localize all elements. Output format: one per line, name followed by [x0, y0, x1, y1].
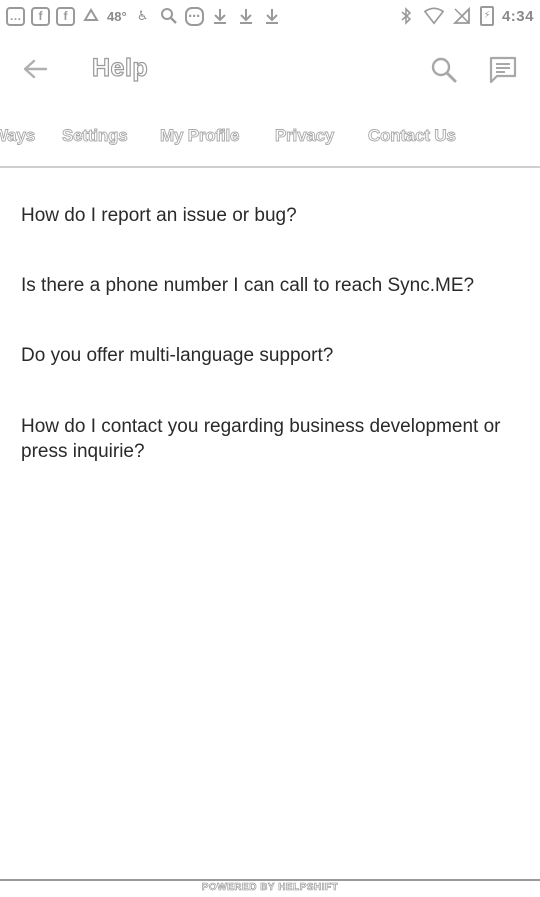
download-icon — [236, 6, 256, 26]
page-title: Help — [91, 53, 149, 82]
clock: 4:34 — [501, 7, 534, 25]
category-tabs: Ways Settings My Profile Privacy Contact… — [0, 106, 540, 168]
tab-ways[interactable]: Ways — [0, 126, 36, 146]
arrow-left-icon — [23, 59, 48, 79]
status-bar-system: ⚡ 4:34 — [396, 6, 534, 26]
status-bar-notifications: … f f 48° ♿ ⋯ — [6, 6, 282, 26]
bluetooth-icon — [396, 6, 416, 26]
facebook-icon: f — [31, 6, 50, 26]
wheelchair-icon: ♿ — [136, 8, 149, 24]
tab-my-profile[interactable]: My Profile — [160, 126, 240, 146]
temperature-text: 48° — [107, 8, 127, 24]
facebook-icon: f — [56, 6, 75, 26]
list-item[interactable]: Is there a phone number I can call to re… — [21, 273, 521, 298]
wifi-icon — [423, 6, 444, 26]
list-item[interactable]: How do I contact you regarding business … — [21, 414, 521, 464]
download-icon — [210, 6, 230, 26]
wrench-icon — [159, 6, 179, 26]
feedback-button[interactable] — [486, 53, 520, 87]
search-button[interactable] — [428, 54, 460, 86]
tab-privacy[interactable]: Privacy — [275, 126, 335, 146]
tab-settings[interactable]: Settings — [62, 126, 129, 146]
list-item[interactable]: How do I report an issue or bug? — [21, 203, 521, 228]
footer-divider — [0, 879, 540, 881]
powered-by-footer: POWERED BY HELPSHIFT — [201, 882, 339, 894]
status-bar: … f f 48° ♿ ⋯ ⚡ 4:34 — [0, 0, 540, 32]
search-icon — [431, 57, 457, 83]
messenger-icon: ⋯ — [184, 6, 204, 26]
no-sim-icon — [452, 6, 472, 26]
recycle-icon — [81, 6, 101, 26]
back-button[interactable] — [20, 54, 50, 84]
app-bar: Help — [0, 32, 540, 106]
download-icon — [262, 6, 282, 26]
battery-icon: ⚡ — [479, 6, 494, 26]
tab-contact-us[interactable]: Contact Us — [368, 126, 457, 146]
chat-bubble-icon: … — [6, 6, 25, 26]
feedback-icon — [489, 56, 517, 84]
list-item[interactable]: Do you offer multi-language support? — [21, 343, 521, 368]
